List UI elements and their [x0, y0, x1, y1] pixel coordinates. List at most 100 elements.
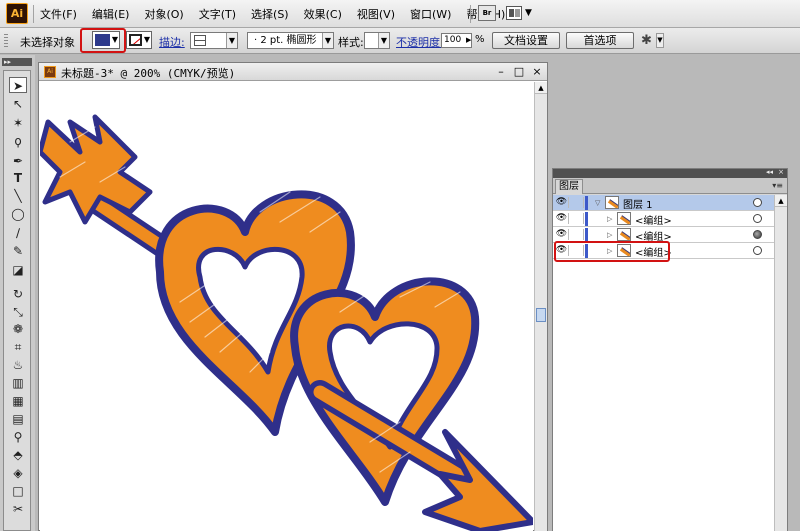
- lasso-tool-icon[interactable]: ϙ: [9, 133, 27, 149]
- lock-toggle[interactable]: [570, 197, 584, 208]
- menu-items: 文件(F) 编辑(E) 对象(O) 文字(T) 选择(S) 效果(C) 视图(V…: [40, 0, 520, 28]
- group-thumbnail: [617, 212, 631, 225]
- scroll-up-icon[interactable]: ▲: [535, 82, 547, 94]
- tab-layers[interactable]: 图层: [555, 179, 583, 194]
- scale-tool-icon[interactable]: ⤡: [9, 304, 27, 320]
- document-title: 未标题-3* @ 200% (CMYK/预览): [61, 67, 236, 80]
- stroke-color-picker[interactable]: ▼: [126, 31, 152, 49]
- menu-edit[interactable]: 编辑(E): [92, 6, 130, 22]
- chevron-right-icon[interactable]: ▶: [466, 36, 471, 44]
- target-icon[interactable]: [753, 198, 762, 207]
- panel-grip-icon[interactable]: [4, 34, 8, 48]
- lock-toggle[interactable]: [570, 229, 584, 240]
- scroll-thumb[interactable]: [536, 308, 546, 322]
- stroke-none-swatch: [129, 34, 142, 46]
- target-icon[interactable]: [753, 214, 762, 223]
- tools-panel-header[interactable]: ▸▸: [2, 58, 32, 66]
- ellipse-tool-icon[interactable]: ◯: [9, 206, 27, 222]
- eye-icon[interactable]: 👁: [555, 197, 569, 208]
- collapse-icon[interactable]: ◂◂: [766, 168, 773, 176]
- menu-type[interactable]: 文字(T): [199, 6, 236, 22]
- direct-selection-tool-icon[interactable]: ↖: [9, 96, 27, 112]
- chevron-down-icon[interactable]: ▼: [525, 8, 532, 18]
- layers-panel-header[interactable]: ◂◂ ×: [553, 168, 787, 178]
- symbol-sprayer-tool-icon[interactable]: ♨: [9, 357, 27, 373]
- fill-color-picker[interactable]: ▼: [92, 31, 120, 49]
- layer-row[interactable]: 👁 ▷ <编组>: [553, 211, 774, 227]
- layer-color-bar: [585, 228, 588, 242]
- artwork: [40, 114, 533, 531]
- menu-bar: Ai 文件(F) 编辑(E) 对象(O) 文字(T) 选择(S) 效果(C) 视…: [0, 0, 800, 28]
- eye-icon[interactable]: 👁: [555, 229, 569, 240]
- menu-effect[interactable]: 效果(C): [304, 6, 342, 22]
- blend-tool-icon[interactable]: ⬘: [9, 447, 27, 463]
- target-icon[interactable]: [753, 246, 762, 255]
- arrow-fletching: [40, 114, 153, 225]
- artboard-canvas[interactable]: [40, 82, 533, 531]
- arrange-documents-icon[interactable]: [506, 6, 522, 20]
- quick-actions-icon[interactable]: ✱: [641, 33, 652, 48]
- panel-menu-icon[interactable]: ▾≡: [772, 181, 783, 190]
- stroke-label[interactable]: 描边:: [159, 34, 185, 50]
- layer-name: 图层 1: [623, 200, 653, 211]
- eraser-tool-icon[interactable]: ◪: [9, 262, 27, 278]
- menu-file[interactable]: 文件(F): [40, 6, 77, 22]
- menu-view[interactable]: 视图(V): [357, 6, 395, 22]
- selection-status: 未选择对象: [20, 36, 75, 49]
- brush-select[interactable]: · 2 pt. 椭圆形 ▼: [247, 32, 334, 49]
- rotate-tool-icon[interactable]: ↻: [9, 286, 27, 302]
- close-icon[interactable]: ×: [531, 65, 543, 78]
- layers-list: 👁 ▽ 图层 1 👁 ▷ <编组> 👁 ▷ <编组> 👁 ▷ <编组>: [553, 195, 774, 531]
- bridge-label: Br: [482, 9, 492, 17]
- minimize-icon[interactable]: –: [495, 65, 507, 78]
- eye-icon[interactable]: 👁: [555, 213, 569, 224]
- vertical-scrollbar[interactable]: ▲: [534, 82, 547, 531]
- warp-tool-icon[interactable]: ❁: [9, 321, 27, 337]
- gradient-tool-icon[interactable]: ▤: [9, 411, 27, 427]
- brush-label: · 2 pt. 椭圆形: [254, 35, 317, 46]
- chevron-down-icon[interactable]: ▼: [656, 33, 664, 48]
- mesh-tool-icon[interactable]: ▦: [9, 393, 27, 409]
- paintbrush-tool-icon[interactable]: ∕: [9, 225, 27, 241]
- pen-tool-icon[interactable]: ✒: [9, 153, 27, 169]
- fill-swatch: [95, 34, 110, 46]
- scroll-up-icon[interactable]: ▲: [775, 195, 787, 207]
- layer-row[interactable]: 👁 ▽ 图层 1: [553, 195, 774, 211]
- menu-object[interactable]: 对象(O): [144, 6, 183, 22]
- control-bar: 未选择对象 ▼ ▼ 描边: ▼ · 2 pt. 椭圆形 ▼ 样式: ▼ 不透明度…: [0, 28, 800, 54]
- document-window: Ai 未标题-3* @ 200% (CMYK/预览) – □ × ▲: [38, 62, 548, 531]
- graphic-style-select[interactable]: ▼: [364, 32, 390, 49]
- live-paint-tool-icon[interactable]: ◈: [9, 465, 27, 481]
- stroke-weight-select[interactable]: ▼: [190, 32, 238, 49]
- type-tool-icon[interactable]: T: [9, 170, 27, 186]
- twirl-down-icon[interactable]: ▽: [595, 199, 600, 207]
- twirl-right-icon[interactable]: ▷: [607, 231, 612, 239]
- eyedropper-tool-icon[interactable]: ⚲: [9, 429, 27, 445]
- close-icon[interactable]: ×: [778, 168, 784, 176]
- twirl-right-icon[interactable]: ▷: [607, 215, 612, 223]
- menu-window[interactable]: 窗口(W): [410, 6, 451, 22]
- pencil-tool-icon[interactable]: ✎: [9, 243, 27, 259]
- group-name: <编组>: [635, 216, 672, 227]
- chevron-down-icon: ▼: [378, 33, 389, 48]
- maximize-icon[interactable]: □: [513, 65, 525, 78]
- layers-scrollbar[interactable]: ▲: [774, 195, 787, 531]
- line-tool-icon[interactable]: ╲: [9, 188, 27, 204]
- selection-tool-icon[interactable]: ➤: [9, 77, 27, 93]
- slice-tool-icon[interactable]: ✂: [9, 501, 27, 517]
- layers-tabbar: 图层 ▾≡: [553, 178, 787, 194]
- layer-thumbnail: [605, 196, 619, 209]
- artboard-tool-icon[interactable]: □: [9, 483, 27, 499]
- free-transform-tool-icon[interactable]: ⌗: [9, 339, 27, 355]
- document-titlebar[interactable]: Ai 未标题-3* @ 200% (CMYK/预览) – □ ×: [39, 63, 547, 81]
- document-setup-button[interactable]: 文档设置: [492, 32, 560, 49]
- bridge-button[interactable]: Br: [478, 5, 496, 21]
- column-graph-tool-icon[interactable]: ▥: [9, 375, 27, 391]
- magic-wand-tool-icon[interactable]: ✶: [9, 115, 27, 131]
- preferences-button[interactable]: 首选项: [566, 32, 634, 49]
- target-icon[interactable]: [753, 230, 762, 239]
- opacity-label[interactable]: 不透明度:: [396, 34, 444, 50]
- menu-select[interactable]: 选择(S): [251, 6, 289, 22]
- layer-color-bar: [585, 196, 588, 210]
- lock-toggle[interactable]: [570, 213, 584, 224]
